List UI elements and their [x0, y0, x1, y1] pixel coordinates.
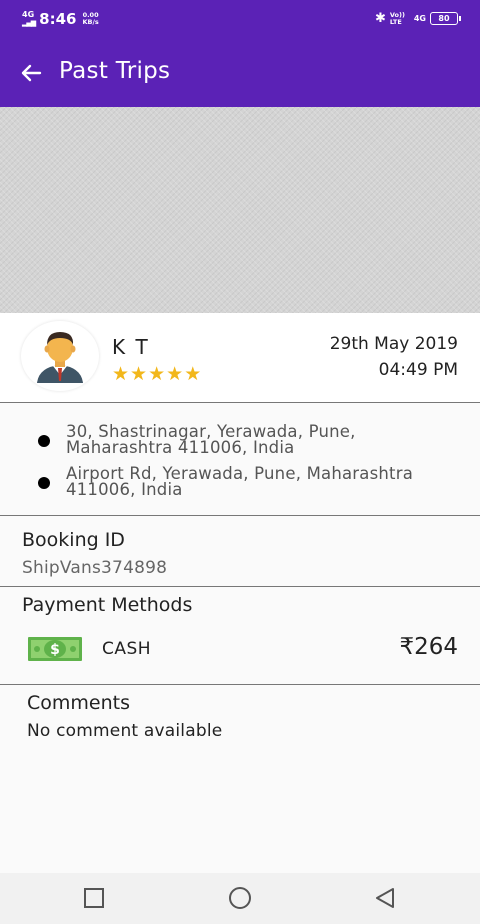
network-speed: 0.00 KB/s	[82, 12, 98, 26]
pickup-address: 30, Shastrinagar, Yerawada, Pune, Mahara…	[38, 422, 458, 457]
arrow-left-icon	[21, 64, 42, 82]
square-icon	[84, 888, 104, 908]
comments-text: No comment available	[27, 721, 223, 741]
back-button[interactable]	[16, 58, 46, 88]
driver-name: K T	[112, 335, 150, 359]
booking-id-label: Booking ID	[22, 529, 125, 551]
pickup-dot-icon	[38, 435, 50, 447]
divider	[0, 586, 480, 587]
trip-addresses: 30, Shastrinagar, Yerawada, Pune, Mahara…	[0, 403, 480, 515]
booking-id-value: ShipVans374898	[22, 558, 168, 578]
triangle-back-icon	[376, 888, 394, 908]
battery-icon: 80	[430, 12, 461, 25]
drop-address: Airport Rd, Yerawada, Pune, Maharashtra …	[38, 464, 458, 499]
volte-indicator: Vo)) LTE	[389, 10, 405, 26]
payment-method-label: CASH	[102, 639, 152, 659]
app-bar: Past Trips	[0, 38, 480, 107]
route-map[interactable]	[0, 107, 480, 313]
bluetooth-icon: ✱	[374, 11, 386, 26]
pickup-address-text: 30, Shastrinagar, Yerawada, Pune, Mahara…	[66, 422, 356, 457]
star-icon: ★	[184, 363, 202, 385]
svg-text:$: $	[50, 642, 60, 658]
trip-amount: ₹264	[399, 634, 458, 660]
network-type: 4G	[22, 10, 35, 19]
home-button[interactable]	[228, 886, 252, 910]
signal-icon: ▂▄▆	[22, 19, 36, 27]
status-bar: 4G ▂▄▆ 8:46 0.00 KB/s ✱ Vo)) LTE 4G 80	[0, 0, 480, 38]
back-nav-button[interactable]	[373, 886, 397, 910]
avatar	[21, 321, 99, 391]
payment-methods-label: Payment Methods	[22, 594, 193, 616]
star-icon: ★	[166, 363, 184, 385]
circle-icon	[229, 887, 251, 909]
driver-rating: ★★★★★	[112, 363, 202, 385]
star-icon: ★	[148, 363, 166, 385]
cash-icon: $	[28, 637, 82, 661]
trip-time: 04:49 PM	[378, 360, 458, 380]
network-indicator: 4G ▂▄▆	[22, 10, 36, 28]
navigation-bar	[0, 873, 480, 924]
status-left: 4G ▂▄▆ 8:46 0.00 KB/s	[22, 10, 99, 28]
comments-label: Comments	[27, 692, 130, 714]
recent-apps-button[interactable]	[82, 886, 106, 910]
trip-date: 29th May 2019	[329, 334, 458, 354]
divider	[0, 684, 480, 685]
status-time: 8:46	[39, 10, 77, 28]
network-type-right: 4G	[413, 14, 426, 23]
star-icon: ★	[112, 363, 130, 385]
drop-dot-icon	[38, 477, 50, 489]
speed-unit: KB/s	[82, 18, 99, 26]
driver-avatar-icon	[37, 332, 83, 383]
drop-address-text: Airport Rd, Yerawada, Pune, Maharashtra …	[66, 464, 414, 499]
driver-card: K T ★★★★★ 29th May 2019 04:49 PM	[0, 313, 480, 402]
star-icon: ★	[130, 363, 148, 385]
page-title: Past Trips	[59, 58, 171, 84]
status-right: ✱ Vo)) LTE 4G 80	[374, 10, 461, 26]
divider	[0, 515, 480, 516]
